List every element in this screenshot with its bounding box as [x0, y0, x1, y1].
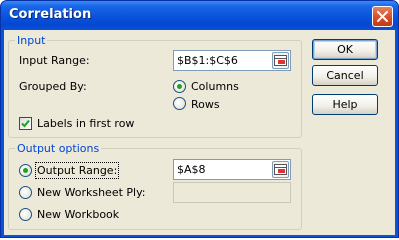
close-icon — [377, 11, 388, 22]
input-group: Input Input Range: Grouped By: Columns R… — [8, 34, 302, 138]
output-range-radio[interactable] — [19, 164, 32, 177]
output-range-field[interactable] — [173, 159, 291, 180]
new-worksheet-ply-input[interactable] — [174, 183, 290, 202]
rows-radio-label[interactable]: Rows — [191, 98, 220, 111]
new-worksheet-ply-radio[interactable] — [19, 186, 32, 199]
range-select-icon — [274, 55, 287, 66]
new-worksheet-ply-label[interactable]: New Worksheet Ply: — [37, 186, 146, 199]
new-worksheet-ply-field[interactable] — [173, 182, 291, 203]
labels-first-row-checkbox[interactable] — [19, 117, 32, 130]
input-range-label: Input Range: — [19, 54, 90, 67]
columns-radio-label[interactable]: Columns — [191, 80, 239, 93]
window-title: Correlation — [9, 7, 92, 22]
labels-first-row-label[interactable]: Labels in first row — [37, 117, 134, 130]
cancel-button[interactable]: Cancel — [312, 65, 378, 86]
input-range-field[interactable] — [173, 50, 291, 71]
new-workbook-radio[interactable] — [19, 208, 32, 221]
new-workbook-label[interactable]: New Workbook — [37, 208, 119, 221]
input-range-collapse-button[interactable] — [272, 52, 289, 69]
ok-button[interactable]: OK — [312, 39, 378, 60]
checkmark-icon — [21, 119, 30, 128]
grouped-by-label: Grouped By: — [19, 80, 87, 93]
title-bar[interactable]: Correlation — [1, 1, 398, 30]
range-select-icon — [274, 164, 287, 175]
output-options-legend: Output options — [15, 142, 102, 155]
output-range-collapse-button[interactable] — [272, 161, 289, 178]
output-range-label[interactable]: Output Range: — [34, 162, 120, 179]
columns-radio[interactable] — [173, 80, 186, 93]
rows-radio[interactable] — [173, 97, 186, 110]
dialog-client-area: Input Input Range: Grouped By: Columns R… — [4, 30, 395, 235]
input-group-legend: Input — [15, 34, 48, 47]
help-button[interactable]: Help — [312, 94, 378, 115]
dialog-window: Correlation Input Input Range: $B$1:$C$6… — [0, 0, 399, 238]
close-button[interactable] — [372, 6, 393, 27]
output-options-group: Output options Output Range: New Workshe… — [8, 142, 302, 230]
